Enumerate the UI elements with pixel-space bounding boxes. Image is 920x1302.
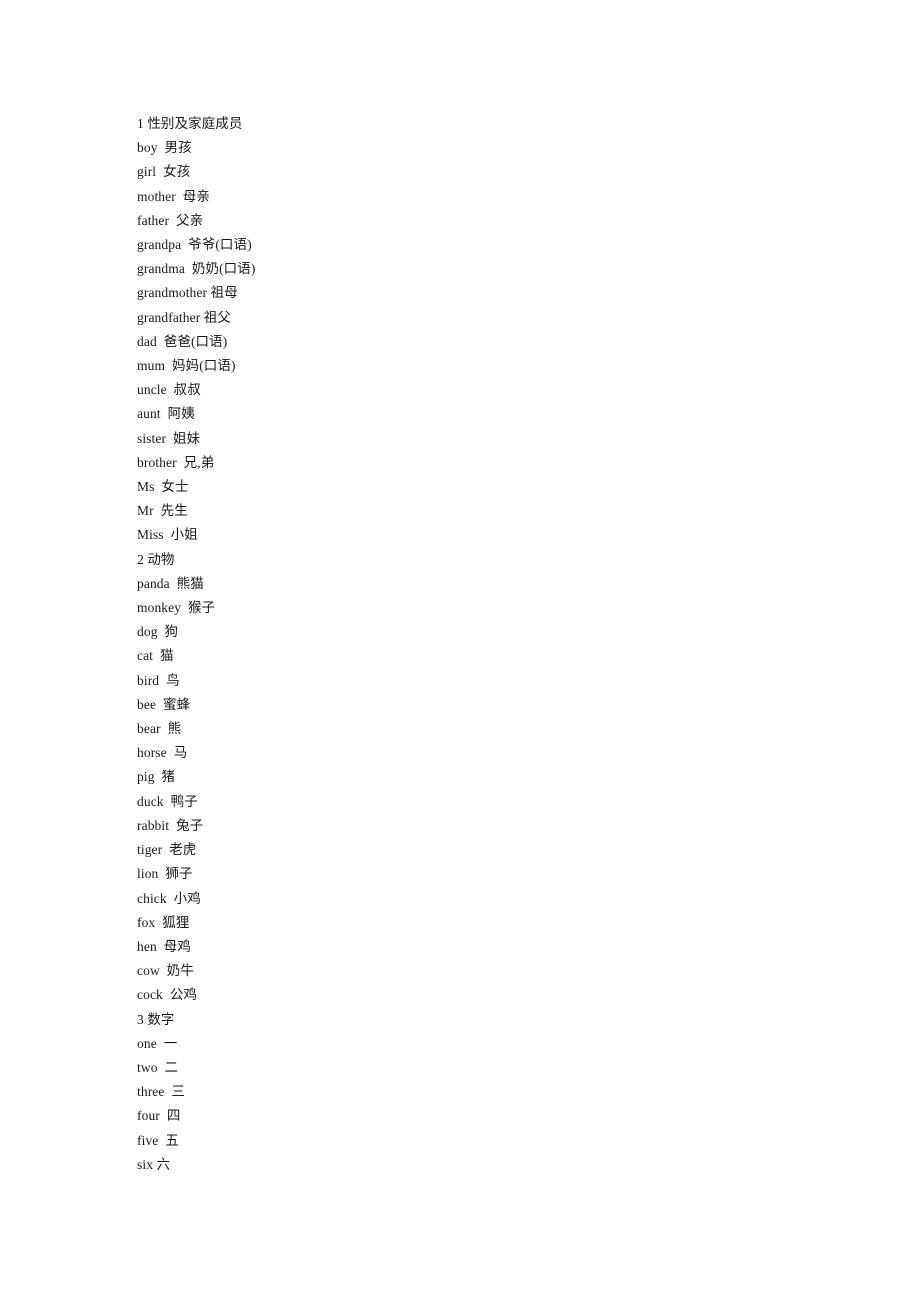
- vocabulary-entry: Miss 小姐: [137, 527, 198, 543]
- vocabulary-entry: cock 公鸡: [137, 987, 198, 1003]
- vocabulary-entry: one 一: [137, 1035, 178, 1051]
- vocabulary-entry: four 四: [137, 1108, 181, 1124]
- vocabulary-entry: chick 小鸡: [137, 890, 201, 906]
- vocabulary-entry: Ms 女士: [137, 479, 189, 495]
- section-heading: 3 数字: [137, 1011, 175, 1027]
- vocabulary-entry: lion 狮子: [137, 866, 193, 882]
- vocabulary-entry: Mr 先生: [137, 503, 188, 519]
- vocabulary-entry: horse 马: [137, 745, 188, 761]
- vocabulary-entry: uncle 叔叔: [137, 382, 201, 398]
- vocabulary-entry: five 五: [137, 1132, 179, 1148]
- vocabulary-entry: three 三: [137, 1084, 186, 1100]
- vocabulary-entry: sister 姐妹: [137, 430, 201, 446]
- vocabulary-entry: rabbit 兔子: [137, 817, 204, 833]
- vocabulary-entry: aunt 阿姨: [137, 406, 195, 422]
- vocabulary-entry: grandmother 祖母: [137, 285, 238, 301]
- vocabulary-entry: six 六: [137, 1156, 171, 1172]
- vocabulary-entry: bee 蜜蜂: [137, 696, 191, 712]
- vocabulary-entry: pig 猪: [137, 769, 176, 785]
- vocabulary-entry: boy 男孩: [137, 140, 192, 156]
- vocabulary-entry: hen 母鸡: [137, 938, 191, 954]
- vocabulary-entry: girl 女孩: [137, 164, 191, 180]
- document-page: 1 性别及家庭成员 boy 男孩 girl 女孩 mother 母亲 father 父亲…: [0, 0, 920, 1302]
- vocabulary-entry: fox 狐狸: [137, 914, 190, 930]
- vocabulary-list: 1 性别及家庭成员 boy 男孩 girl 女孩 mother 母亲 father 父亲…: [137, 112, 837, 1177]
- vocabulary-entry: father 父亲: [137, 212, 204, 228]
- vocabulary-entry: bird 鸟: [137, 672, 180, 688]
- vocabulary-entry: tiger 老虎: [137, 842, 197, 858]
- section-heading: 1 性别及家庭成员: [137, 116, 243, 131]
- vocabulary-entry: grandfather 祖父: [137, 309, 231, 325]
- vocabulary-entry: dog 狗: [137, 624, 179, 640]
- vocabulary-entry: grandma 奶奶(口语): [137, 261, 256, 277]
- vocabulary-entry: cow 奶牛: [137, 963, 194, 979]
- vocabulary-entry: dad 爸爸(口语): [137, 333, 228, 349]
- section-heading: 2 动物: [137, 551, 175, 567]
- vocabulary-entry: monkey 猴子: [137, 600, 216, 616]
- vocabulary-entry: panda 熊猫: [137, 575, 204, 591]
- vocabulary-entry: duck 鸭子: [137, 793, 198, 809]
- vocabulary-entry: cat 猫: [137, 648, 174, 664]
- vocabulary-entry: mother 母亲: [137, 188, 210, 204]
- vocabulary-entry: two 二: [137, 1059, 179, 1075]
- vocabulary-entry: bear 熊: [137, 721, 182, 737]
- vocabulary-entry: brother 兄,弟: [137, 454, 215, 470]
- vocabulary-entry: mum 妈妈(口语): [137, 358, 236, 374]
- vocabulary-entry: grandpa 爷爷(口语): [137, 237, 252, 253]
